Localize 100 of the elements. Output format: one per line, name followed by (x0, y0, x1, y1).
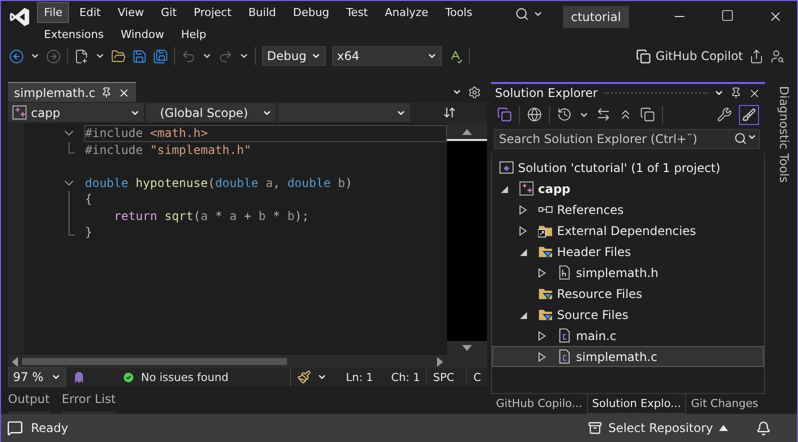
side-tab[interactable]: Diagnostic Tools (767, 82, 791, 414)
open-folder-icon[interactable] (111, 48, 126, 64)
collapsed-arrow-icon[interactable] (518, 204, 528, 214)
caret-icon[interactable] (452, 87, 462, 97)
tree-item[interactable]: Resource Files (492, 283, 764, 304)
tree-item[interactable]: simplemath.h (492, 262, 764, 283)
copy-icon[interactable] (640, 107, 655, 122)
split-icon[interactable] (443, 106, 456, 119)
caret-icon[interactable] (30, 51, 40, 61)
tree-item[interactable]: Header Files (492, 241, 764, 262)
close-icon[interactable] (118, 86, 130, 98)
pin-icon[interactable] (730, 87, 742, 99)
tree-item[interactable]: Source Files (492, 304, 764, 325)
share-icon[interactable] (749, 48, 764, 64)
settings-icon[interactable] (468, 86, 481, 98)
collapsed-arrow-icon[interactable] (518, 226, 528, 236)
caret-icon[interactable] (311, 51, 321, 61)
forward-icon[interactable] (46, 48, 61, 64)
cleanup-icon[interactable] (297, 370, 312, 384)
check-icon (122, 370, 135, 384)
undo-icon[interactable] (181, 48, 196, 64)
search-field[interactable]: Search Solution Explorer (Ctrl+¨) (494, 129, 760, 149)
project-dropdown[interactable]: capp (8, 103, 144, 122)
menu-item[interactable]: Extensions (37, 24, 111, 45)
menu-item[interactable]: Debug (286, 2, 336, 23)
copilot-button[interactable]: GitHub Copilot (636, 48, 743, 64)
panel-tab[interactable]: Solution Explo... (587, 394, 686, 414)
scope-dropdown[interactable]: (Global Scope) (146, 103, 276, 122)
menu-item[interactable]: Analyze (378, 2, 436, 23)
new-item-icon[interactable] (74, 48, 89, 64)
caret-icon[interactable] (714, 88, 724, 98)
whitespace-indicator[interactable]: SPC (426, 368, 460, 386)
output-icon[interactable] (7, 420, 23, 436)
tree-item[interactable]: External Dependencies (492, 220, 764, 241)
panel-title: Solution Explorer (495, 86, 598, 100)
menu-item[interactable]: Tools (438, 2, 480, 23)
properties-icon[interactable] (717, 107, 732, 122)
external-folder-icon (538, 223, 553, 238)
search-icon[interactable] (515, 7, 529, 21)
collapse-icon[interactable] (64, 180, 74, 188)
issues-status[interactable]: No issues found (141, 370, 228, 384)
menu-item[interactable]: View (110, 2, 151, 23)
notifications-icon[interactable] (756, 420, 771, 436)
caret-icon[interactable] (202, 51, 212, 61)
expanded-arrow-icon[interactable] (518, 310, 528, 320)
caret-icon[interactable] (239, 51, 249, 61)
menu-item[interactable]: Git (154, 2, 184, 23)
menu-item[interactable]: Project (186, 2, 238, 23)
document-tab[interactable]: simplemath.c (8, 82, 136, 102)
back-icon[interactable] (9, 48, 24, 64)
line-ending-indicator[interactable]: C (466, 368, 487, 386)
zoom-dropdown[interactable]: 97 % (8, 367, 66, 387)
scroll-down-icon[interactable] (462, 345, 472, 351)
feedback-icon[interactable] (770, 48, 785, 64)
caret-icon[interactable] (51, 372, 61, 382)
tree-item-label: capp (538, 182, 570, 196)
maximize-icon[interactable] (721, 9, 734, 22)
collapsed-arrow-icon[interactable] (537, 330, 547, 340)
redo-icon[interactable] (218, 48, 233, 64)
scroll-up-icon[interactable] (462, 129, 472, 135)
panel-tab[interactable]: Git Changes (686, 394, 764, 414)
tree-item[interactable]: simplemath.c (492, 346, 764, 367)
tree-item[interactable]: References (492, 199, 764, 220)
ghost-icon[interactable] (72, 370, 86, 384)
scroll-thumb[interactable] (22, 358, 287, 365)
globe-icon[interactable] (527, 107, 542, 122)
tree-item[interactable]: main.c (492, 325, 764, 346)
caret-icon[interactable] (95, 51, 105, 61)
collapsed-arrow-icon[interactable] (537, 268, 547, 278)
preview-toggle[interactable] (739, 104, 759, 124)
menu-item[interactable]: Window (114, 24, 172, 45)
expanded-arrow-icon[interactable] (499, 184, 509, 194)
menu-item[interactable]: File (37, 2, 70, 23)
caret-icon[interactable] (427, 51, 437, 61)
tree-item[interactable]: Solution 'ctutorial' (1 of 1 project) (492, 157, 764, 178)
platform-dropdown[interactable]: x64 (332, 46, 442, 66)
panel-tab[interactable]: GitHub Copilo... (491, 394, 588, 414)
scroll-left-icon[interactable] (12, 356, 18, 366)
caret-icon[interactable] (533, 9, 543, 19)
menu-item[interactable]: Build (241, 2, 284, 23)
fold-end (68, 142, 76, 154)
project-icon (519, 181, 534, 196)
menu-item[interactable]: Edit (72, 2, 108, 23)
collapsed-arrow-icon[interactable] (537, 352, 547, 362)
collapse-icon[interactable] (64, 130, 74, 138)
menu-item[interactable]: Test (339, 2, 375, 23)
configuration-dropdown[interactable]: Debug (262, 46, 326, 66)
save-icon[interactable] (132, 48, 147, 64)
sync-icon[interactable] (596, 107, 611, 122)
tree-item[interactable]: capp (492, 178, 764, 199)
scroll-right-icon[interactable] (437, 356, 443, 366)
repository-selector[interactable]: Select Repository (588, 421, 728, 435)
expanded-arrow-icon[interactable] (518, 246, 528, 256)
save-all-icon[interactable] (153, 48, 168, 64)
search-icon[interactable] (734, 132, 747, 145)
caret-icon[interactable] (747, 132, 757, 142)
history-icon[interactable] (557, 107, 572, 122)
menu-item[interactable]: Help (174, 24, 214, 45)
caret-icon[interactable] (317, 372, 328, 382)
pin-icon[interactable] (101, 87, 112, 98)
